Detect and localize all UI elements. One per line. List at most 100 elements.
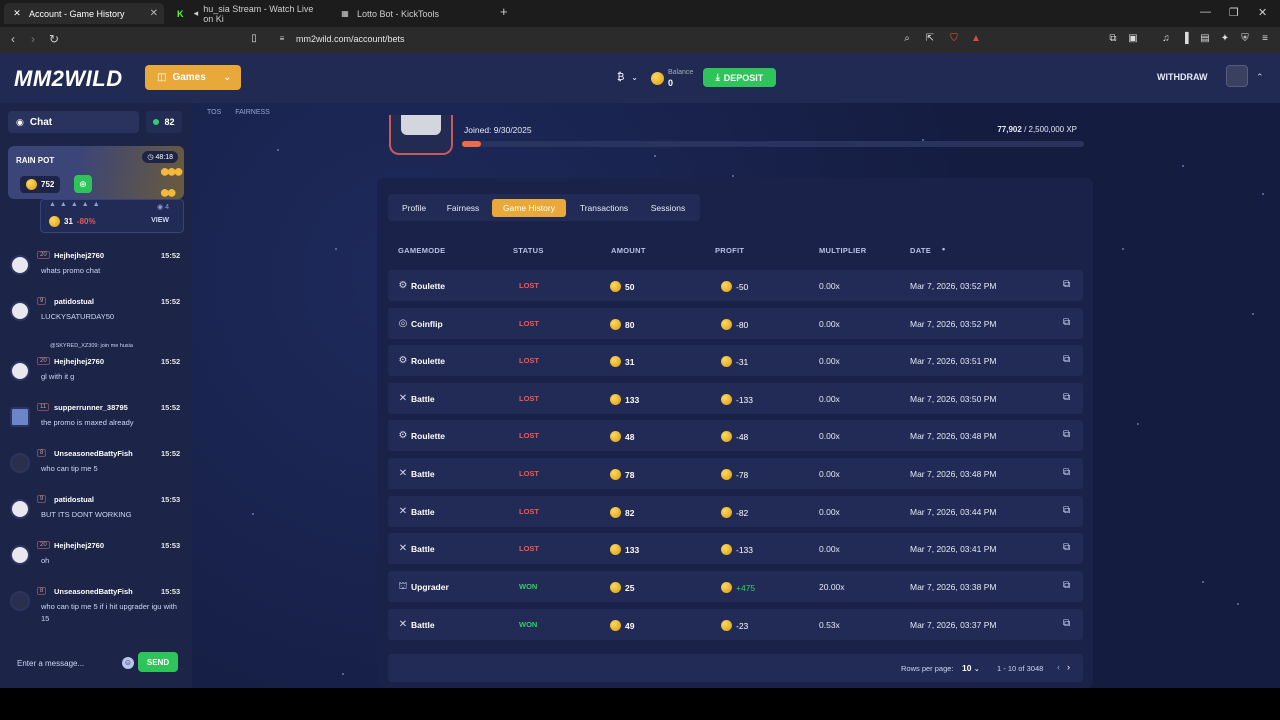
level-badge: 20 (37, 541, 50, 549)
minimize-icon[interactable]: — (1200, 6, 1211, 18)
new-tab-button[interactable]: + (500, 4, 508, 19)
coin-icon (721, 582, 732, 593)
fairness-link[interactable]: FAIRNESS (235, 109, 270, 116)
external-link-icon[interactable]: ⧉ (1063, 279, 1070, 290)
avatar[interactable] (10, 255, 30, 275)
gamemode-cell: Battle (411, 469, 435, 479)
brave-shield-icon[interactable]: ⛉ (948, 33, 960, 45)
chat-username[interactable]: UnseasonedBattyFish (54, 449, 133, 458)
amount-value: 49 (625, 620, 635, 631)
level-badge: 9 (37, 495, 47, 503)
roulette-icon: ⚙ (398, 430, 408, 441)
chat-username[interactable]: Hejhejhej2760 (54, 357, 104, 366)
tab-fairness[interactable]: Fairness (439, 199, 487, 217)
close-icon[interactable]: ✕ (150, 8, 158, 19)
amount-value: 82 (625, 507, 635, 518)
tab-transactions[interactable]: Transactions (571, 199, 637, 217)
screenshot-icon[interactable]: ▣ (1127, 33, 1139, 45)
avatar[interactable] (10, 453, 30, 473)
browser-tab-bar: ✕ Account - Game History ✕ K ◂ hu_sia St… (0, 0, 1280, 27)
speaker-icon[interactable]: ◂ (192, 8, 201, 19)
sidebar-icon[interactable]: ▐ (1179, 33, 1191, 45)
external-link-icon[interactable]: ⧉ (1063, 542, 1070, 553)
amount-value: 133 (625, 544, 640, 555)
star-decoration (335, 248, 337, 250)
send-button[interactable]: SEND (138, 652, 178, 672)
coin-icon (610, 582, 621, 593)
tab-profile[interactable]: Profile (393, 199, 435, 217)
games-dropdown-button[interactable]: ◫ Games ⌄ (145, 65, 241, 90)
next-page-icon[interactable]: › (1067, 662, 1070, 672)
external-link-icon[interactable]: ⧉ (1063, 392, 1070, 403)
external-link-icon[interactable]: ⧉ (1063, 467, 1070, 478)
avatar[interactable] (10, 499, 30, 519)
external-link-icon[interactable]: ⧉ (1063, 317, 1070, 328)
emoji-icon[interactable]: ☺ (122, 657, 134, 669)
chat-username[interactable]: Hejhejhej2760 (54, 541, 104, 550)
avatar[interactable] (10, 591, 30, 611)
avatar[interactable] (10, 545, 30, 565)
menu-icon[interactable]: ≡ (1259, 33, 1271, 45)
external-link-icon[interactable]: ⧉ (1063, 505, 1070, 516)
tos-link[interactable]: TOS (207, 109, 221, 116)
people-icon: ▲▲▲▲▲ (49, 201, 104, 208)
avatar[interactable] (10, 361, 30, 381)
user-avatar[interactable] (1226, 65, 1248, 87)
external-link-icon[interactable]: ⧉ (1063, 580, 1070, 591)
currency-selector[interactable]: ₿ ⌄ (617, 72, 638, 83)
vpn-icon[interactable]: ⛨ (1239, 33, 1251, 45)
balance-value: 0 (668, 78, 674, 88)
join-rain-button[interactable]: ⊕ (74, 175, 92, 193)
chat-sidebar: ◉ Chat 82 RAIN POT ●●● ●● ◷ 48:18 752 ⊕ ▲… (0, 103, 192, 688)
tab-sessions[interactable]: Sessions (642, 199, 694, 217)
browser-tab-stream[interactable]: K ◂ hu_sia Stream - Watch Live on Ki (168, 3, 326, 24)
chat-username[interactable]: UnseasonedBattyFish (54, 587, 133, 596)
browser-tab-account[interactable]: ✕ Account - Game History ✕ (4, 3, 164, 24)
site-logo[interactable]: MM2WILD (14, 66, 123, 92)
profit-cell: +475 (721, 582, 755, 593)
column-date: DATE (910, 246, 932, 255)
deposit-button[interactable]: ⤓ DEPOSIT (703, 68, 776, 87)
battle-icon: ✕ (398, 619, 408, 630)
chat-input[interactable]: Enter a message... (17, 659, 84, 668)
music-icon[interactable]: ♫ (1160, 33, 1172, 45)
back-icon[interactable]: ‹ (11, 32, 15, 46)
wallet-icon[interactable]: ▤ (1199, 33, 1211, 45)
chat-username[interactable]: patidostual (54, 297, 94, 306)
leo-icon[interactable]: ✦ (1219, 33, 1231, 45)
site-info-icon[interactable]: ≡ (276, 33, 288, 45)
view-button[interactable]: VIEW (151, 217, 169, 224)
maximize-icon[interactable]: ❐ (1229, 6, 1239, 19)
close-window-icon[interactable]: ✕ (1258, 6, 1267, 19)
avatar[interactable] (10, 301, 30, 321)
withdraw-button[interactable]: WITHDRAW (1157, 72, 1208, 82)
chat-username[interactable]: Hejhejhej2760 (54, 251, 104, 260)
share-icon[interactable]: ⇱ (924, 33, 936, 45)
amount-cell: 82 (610, 507, 634, 518)
battle-icon: ✕ (398, 506, 408, 517)
rows-per-page-label: Rows per page: (901, 664, 954, 673)
level-badge: 11 (37, 403, 50, 411)
extensions-icon[interactable]: ⧉ (1107, 33, 1119, 45)
forward-icon[interactable]: › (31, 32, 35, 46)
chat-tab[interactable]: ◉ Chat (8, 111, 139, 133)
prev-page-icon[interactable]: ‹ (1057, 662, 1060, 672)
star-decoration (1237, 603, 1239, 605)
rewards-icon[interactable]: ▲ (970, 33, 982, 45)
download-icon: ⤓ (715, 72, 720, 82)
reload-icon[interactable]: ↻ (49, 32, 59, 46)
bookmark-icon[interactable]: ▯ (248, 33, 260, 45)
external-link-icon[interactable]: ⧉ (1063, 429, 1070, 440)
chevron-up-icon[interactable]: ⌃ (1256, 72, 1264, 83)
search-icon[interactable]: ⌕ (901, 33, 913, 45)
rows-per-page-select[interactable]: 10 ⌄ (962, 663, 980, 673)
external-link-icon[interactable]: ⧉ (1063, 618, 1070, 629)
tab-game-history[interactable]: Game History (492, 199, 566, 217)
avatar[interactable] (10, 407, 30, 427)
external-link-icon[interactable]: ⧉ (1063, 354, 1070, 365)
sort-icon[interactable]: • (942, 244, 945, 254)
chat-username[interactable]: patidostual (54, 495, 94, 504)
browser-tab-kicktools[interactable]: ▦ Lotto Bot - KickTools (332, 3, 492, 24)
chat-username[interactable]: supperrunner_38795 (54, 403, 128, 412)
url-field[interactable]: mm2wild.com/account/bets (296, 34, 405, 44)
